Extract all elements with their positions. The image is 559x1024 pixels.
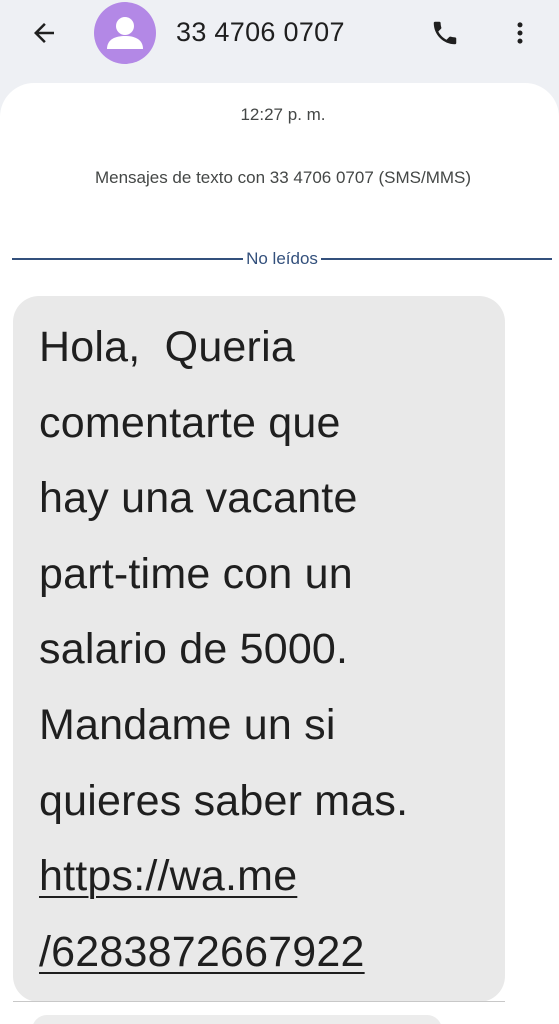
message-text: Hola, Queria comentarte que hay una vaca… [39,310,501,990]
message-line: part-time con un [39,549,353,598]
messages-screen: 33 4706 0707 12:27 p. m. Mensajes de tex… [0,0,559,1024]
more-vert-icon [517,22,523,44]
message-line: Mandame un si [39,700,336,749]
person-icon [107,17,143,49]
phone-icon [433,21,457,45]
top-app-bar: 33 4706 0707 [0,0,559,72]
message-timestamp: 12:27 p. m. [240,105,326,124]
contact-avatar[interactable] [94,2,156,64]
call-button[interactable] [421,9,469,57]
contact-name[interactable]: 33 4706 0707 [176,14,345,50]
message-link-line: /6283872667922 [39,915,501,991]
message-link[interactable]: /6283872667922 [39,928,365,976]
message-line: comentarte que [39,398,341,447]
unread-divider: No leídos [12,248,553,270]
divider-line-right [320,258,553,260]
message-link-line: https://wa.me [39,839,501,915]
next-message-bubble[interactable] [32,1015,442,1024]
bubble-bottom-divider [13,1001,505,1002]
message-link[interactable]: https://wa.me [39,852,297,900]
message-line: hay una vacante [39,474,358,523]
unread-label: No leídos [246,249,318,268]
message-line: quieres saber mas. [39,776,409,825]
conversation-info: Mensajes de texto con 33 4706 0707 (SMS/… [94,168,472,187]
divider-line-left [12,258,244,260]
message-line: salario de 5000. [39,625,349,674]
arrow-back-icon [34,23,54,43]
back-button[interactable] [20,9,68,57]
message-bubble[interactable]: Hola, Queria comentarte que hay una vaca… [13,296,505,1002]
more-options-button[interactable] [496,9,544,57]
message-line: Hola, Queria [39,323,295,371]
